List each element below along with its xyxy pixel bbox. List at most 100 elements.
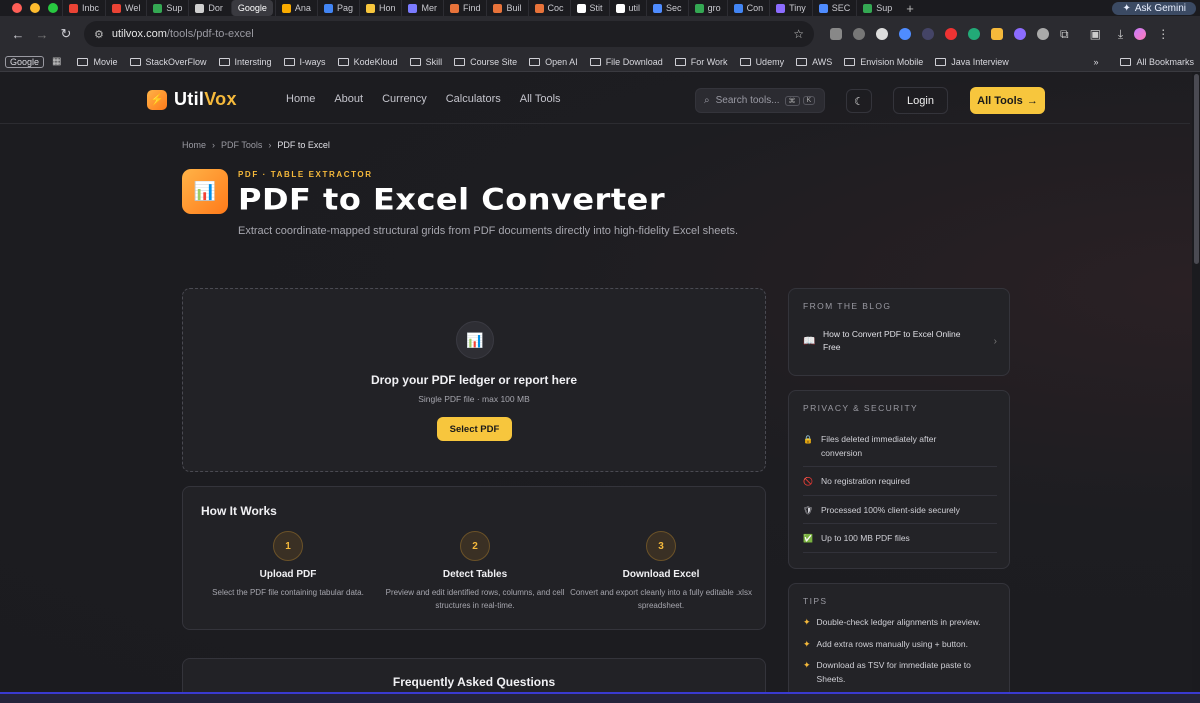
nav-link-home[interactable]: Home xyxy=(286,93,315,105)
browser-tab[interactable]: Dor xyxy=(188,0,229,16)
extension-glasses-icon[interactable] xyxy=(830,28,842,40)
tab-favicon-icon xyxy=(493,3,503,13)
search-tools-input[interactable]: ⌕ Search tools... ⌘ K xyxy=(695,88,825,113)
extension-camera-icon[interactable] xyxy=(853,28,865,40)
browser-tab[interactable]: gro xyxy=(687,0,727,16)
bookmark-folder[interactable]: Java Interview xyxy=(929,57,1015,67)
bookmark-folder[interactable]: Envision Mobile xyxy=(838,57,929,67)
bookmark-folder[interactable]: For Work xyxy=(669,57,734,67)
breadcrumb-home[interactable]: Home xyxy=(182,140,206,150)
browser-tab[interactable]: Hon xyxy=(358,0,402,16)
all-tools-button[interactable]: All Tools → xyxy=(970,87,1045,114)
browser-tab[interactable]: Ana xyxy=(274,0,317,16)
browser-tab[interactable]: Tiny xyxy=(769,0,812,16)
browser-tab[interactable]: Google xyxy=(230,0,273,16)
tab-label: Wel xyxy=(125,3,141,13)
page-scrollbar[interactable] xyxy=(1192,72,1200,692)
tab-label: Google xyxy=(237,3,267,13)
browser-tab[interactable]: Stit xyxy=(569,0,609,16)
address-bar[interactable]: ⚙ utilvox.com/tools/pdf-to-excel ☆ xyxy=(84,21,814,47)
bookmark-folder[interactable]: Open AI xyxy=(523,57,584,67)
bookmarks-overflow-icon[interactable]: » xyxy=(1093,57,1098,67)
list-item: ✅ Up to 100 MB PDF files xyxy=(803,530,997,553)
tab-favicon-icon xyxy=(776,3,786,13)
maximize-window-button[interactable] xyxy=(48,3,58,13)
forward-icon[interactable]: → xyxy=(30,27,54,42)
blog-card-title: FROM THE BLOG xyxy=(803,301,892,311)
step-number: 3 xyxy=(646,531,676,561)
extension-misc-icon[interactable] xyxy=(1037,28,1049,40)
privacy-item-text: Files deleted immediately after conversi… xyxy=(821,434,937,458)
ask-gemini-button[interactable]: ✦ Ask Gemini xyxy=(1112,1,1196,15)
apps-grid-icon[interactable]: ▦ xyxy=(52,56,61,67)
browser-tab[interactable]: Sup xyxy=(146,0,188,16)
extension-blue-icon[interactable] xyxy=(899,28,911,40)
browser-tab[interactable]: Con xyxy=(726,0,770,16)
extension-orange-icon[interactable] xyxy=(991,28,1003,40)
step-title: Upload PDF xyxy=(259,569,317,580)
site-logo[interactable]: ⚡ UtilVox xyxy=(147,89,237,110)
profile-avatar[interactable] xyxy=(1134,28,1147,40)
back-icon[interactable]: ← xyxy=(6,27,30,42)
browser-tab[interactable]: Sec xyxy=(646,0,688,16)
nav-link-all-tools[interactable]: All Tools xyxy=(520,93,561,105)
browser-tab[interactable]: util xyxy=(608,0,647,16)
extension-shield-icon[interactable] xyxy=(968,28,980,40)
select-pdf-button[interactable]: Select PDF xyxy=(437,417,512,441)
breadcrumb-pdf-tools[interactable]: PDF Tools xyxy=(221,140,262,150)
bookmark-folder[interactable]: Movie xyxy=(71,57,123,67)
bookmark-folder[interactable]: AWS xyxy=(790,57,838,67)
nav-link-currency[interactable]: Currency xyxy=(382,93,427,105)
reload-icon[interactable]: ↻ xyxy=(54,26,78,42)
browser-tab[interactable]: Find xyxy=(442,0,487,16)
extensions-puzzle-icon[interactable]: ⧉ xyxy=(1060,27,1069,42)
bookmark-folder[interactable]: Udemy xyxy=(734,57,791,67)
bookmark-folder[interactable]: StackOverFlow xyxy=(124,57,213,67)
download-icon[interactable]: ⤓ xyxy=(1118,27,1123,42)
browser-tab[interactable]: Buil xyxy=(486,0,527,16)
main-nav: Home About Currency Calculators All Tools xyxy=(286,93,580,105)
pdf-drop-zone[interactable]: 📊 Drop your PDF ledger or report here Si… xyxy=(182,288,766,472)
bookmark-folder[interactable]: I-ways xyxy=(278,57,332,67)
extension-red-icon[interactable] xyxy=(945,28,957,40)
logo-wordmark: UtilVox xyxy=(174,89,237,109)
browser-tab[interactable]: Pag xyxy=(316,0,359,16)
browser-tab[interactable]: Mer xyxy=(401,0,443,16)
tab-label: Sup xyxy=(876,3,893,13)
bookmark-label: Skill xyxy=(425,56,443,67)
reading-list-icon[interactable]: ▣ xyxy=(1090,27,1101,41)
all-bookmarks-folder[interactable]: All Bookmarks xyxy=(1114,57,1200,67)
extension-discord-icon[interactable] xyxy=(876,28,888,40)
shield-icon: 🛡 xyxy=(803,505,814,515)
browser-tab[interactable]: Coc xyxy=(527,0,570,16)
site-settings-icon[interactable]: ⚙ xyxy=(94,28,104,41)
bookmark-folder[interactable]: File Download xyxy=(584,57,669,67)
close-window-button[interactable] xyxy=(12,3,22,13)
browser-tab[interactable]: Sup xyxy=(856,0,898,16)
login-button[interactable]: Login xyxy=(893,87,948,114)
nav-link-about[interactable]: About xyxy=(334,93,363,105)
extension-sg-icon[interactable] xyxy=(922,28,934,40)
browser-tab[interactable]: Inbc xyxy=(62,0,105,16)
minimize-window-button[interactable] xyxy=(30,3,40,13)
privacy-item-text: Up to 100 MB PDF files xyxy=(821,533,910,543)
bookmark-folder[interactable]: KodeKloud xyxy=(332,57,404,67)
prohibited-icon: 🚫 xyxy=(803,477,813,486)
new-tab-button[interactable]: + xyxy=(898,1,922,16)
nav-link-calculators[interactable]: Calculators xyxy=(446,93,501,105)
bookmark-folder[interactable]: Intersting xyxy=(213,57,278,67)
google-bookmark-chip[interactable]: Google xyxy=(5,55,45,68)
browser-tab[interactable]: Wel xyxy=(105,0,146,16)
menu-kebab-icon[interactable]: ⋮ xyxy=(1157,27,1169,41)
extension-purple-icon[interactable] xyxy=(1014,28,1026,40)
scrollbar-thumb[interactable] xyxy=(1194,74,1199,264)
tab-favicon-icon xyxy=(653,3,663,13)
theme-toggle-moon-icon[interactable]: ☾ xyxy=(846,89,872,113)
blog-post-link[interactable]: 📖 How to Convert PDF to Excel Online Fre… xyxy=(803,322,997,360)
bookmark-folder[interactable]: Course Site xyxy=(448,57,523,67)
globe-icon xyxy=(739,57,751,66)
bookmark-folder[interactable]: Skill xyxy=(404,57,449,67)
browser-tab[interactable]: SEC xyxy=(811,0,857,16)
bookmark-star-icon[interactable]: ☆ xyxy=(793,27,804,41)
bookmarks-bar: Google ▦ Movie StackOverFlow Intersting I-w… xyxy=(0,52,1200,72)
